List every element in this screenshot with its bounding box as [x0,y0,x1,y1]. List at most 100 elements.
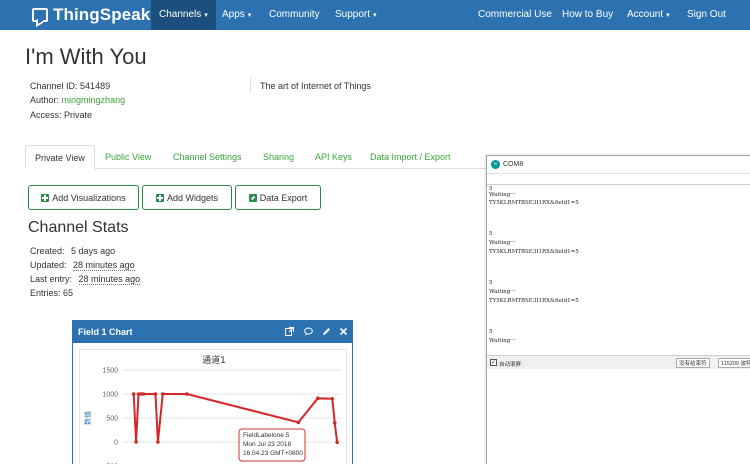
nav-how-to-buy-label: How to Buy [562,9,614,20]
nav-how-to-buy[interactable]: How to Buy [562,0,613,30]
add-visualizations-button[interactable]: Add Visualizations [28,185,139,210]
add-visualizations-label: Add Visualizations [52,192,126,203]
external-link-icon[interactable] [285,327,294,336]
serial-output: 5 Waiting··· TY5KLRMTBSE3I1RX&field1=5 5… [489,186,750,356]
serial-line: Waiting··· [489,192,516,198]
nav-commercial-use-label: Commercial Use [478,9,552,20]
chart-y-axis-label: 数值 [83,411,92,425]
close-icon[interactable] [340,328,347,335]
stat-entries: Entries: 65 [30,288,73,298]
add-widgets-label: Add Widgets [166,192,219,203]
arduino-logo-icon: ∞ [491,160,500,169]
tab-channel-settings[interactable]: Channel Settings [164,145,251,169]
chart-data-point [330,397,335,401]
channel-stats-heading: Channel Stats [28,219,129,236]
serial-monitor-footer: ✓ 自动滚屏 没有结束符 115200 波特 [487,355,750,369]
export-icon [248,193,257,202]
chart-data-point [335,440,339,445]
serial-line: Waiting··· [489,289,516,295]
chevron-down-icon: ▾ [666,12,670,19]
autoscroll-label: 自动滚屏 [499,362,522,368]
plus-icon [41,193,50,202]
thingspeak-logo[interactable]: ThingSpeak™ [32,5,159,25]
nav-apps[interactable]: Apps ▾ [222,0,251,30]
chevron-down-icon: ▾ [204,12,208,19]
nav-support[interactable]: Support ▾ [335,0,377,30]
tab-public-view[interactable]: Public View [96,145,160,169]
nav-sign-out-label: Sign Out [687,9,726,20]
chart-y-tick-label: 0 [114,440,118,447]
chart-data-point [131,392,136,396]
tab-private-view[interactable]: Private View [25,145,95,169]
author-row: Author: mingmingzhang [30,95,125,105]
nav-channels[interactable]: Channels ▾ [151,0,216,30]
serial-line: TY5KLRMTBSE3I1RX&field1=5 [489,298,579,304]
chart-y-tick-label: 1500 [102,368,118,375]
nav-account-label: Account [627,9,664,20]
tab-api-keys[interactable]: API Keys [306,145,361,169]
serial-line: Waiting··· [489,240,516,246]
chart-data-point [185,392,189,396]
data-export-button[interactable]: Data Export [235,185,321,210]
speech-bubble-icon [32,8,48,22]
chart-data-point [160,392,165,396]
field-1-chart-panel: Field 1 Chart 通道1数值150010005000-50015:30… [72,320,353,464]
page-title: I'm With You [25,44,147,69]
autoscroll-checkbox[interactable]: ✓ [490,359,497,366]
stat-updated-label: Updated: [30,260,67,270]
chart-data-point [315,396,320,401]
panel-title: Field 1 Chart [78,327,133,337]
chart-data-point [296,420,301,425]
access-value: Private [64,110,93,120]
chart-tooltip-series: FieldLabelone 5 [243,432,290,439]
stat-last-entry: Last entry: 28 minutes ago [30,274,141,285]
baud-rate-select[interactable]: 115200 波特 [718,358,750,368]
channel-id-value: 541489 [80,81,111,91]
chevron-down-icon: ▾ [247,12,252,19]
chart-y-tick-label: 500 [106,416,118,423]
tab-data-import-export[interactable]: Data Import / Export [361,145,460,169]
stat-entries-label: Entries: [30,288,61,298]
serial-line: Waiting··· [489,338,516,344]
nav-community-label: Community [269,9,320,20]
serial-line: TY5KLRMTBSE3I1RX&field1=5 [489,249,579,255]
access-row: Access: Private [30,110,92,120]
serial-send-input[interactable] [487,175,750,185]
author-link[interactable]: mingmingzhang [62,95,126,105]
channel-id-row: Channel ID: 541489 [30,81,110,91]
add-widgets-button[interactable]: Add Widgets [142,185,232,210]
nav-account[interactable]: Account ▾ [627,0,670,30]
channel-description: The art of Internet of Things [260,81,371,91]
stat-entries-value: 65 [63,288,74,298]
chevron-down-icon: ▾ [373,12,377,19]
panel-header: Field 1 Chart [73,321,352,343]
chart-container: 通道1数值150010005000-50015:3015:4015:5016:0… [79,349,347,464]
stat-last-entry-label: Last entry: [30,274,73,284]
meta-divider [250,78,251,92]
nav-sign-out[interactable]: Sign Out [687,0,726,30]
plus-icon [155,193,164,202]
line-ending-select[interactable]: 没有结束符 [676,358,710,368]
nav-community[interactable]: Community [269,0,320,30]
access-label: Access: [30,110,62,120]
chart-tooltip-time: 16:04:23 GMT+0800 [243,450,303,457]
stat-created: Created: 5 days ago [30,246,115,256]
brand-name: ThingSpeak [53,5,151,24]
nav-apps-label: Apps [222,9,245,20]
comment-icon[interactable] [304,327,313,336]
chart-data-point [156,440,160,444]
serial-line: 5 [489,280,493,286]
tab-sharing[interactable]: Sharing [254,145,303,169]
field-1-line-chart[interactable]: 通道1数值150010005000-50015:3015:4015:5016:0… [80,350,348,464]
chart-data-point [134,440,138,444]
serial-monitor-window: ∞ COM8 5 Waiting··· TY5KLRMTBSE3I1RX&fie… [486,155,750,464]
nav-support-label: Support [335,9,371,20]
chart-data-point [332,421,337,425]
pencil-icon[interactable] [322,327,331,336]
nav-commercial-use[interactable]: Commercial Use [478,0,552,30]
chart-title: 通道1 [202,354,226,366]
serial-line: 5 [489,231,493,237]
nav-channels-label: Channels [159,9,202,20]
serial-monitor-titlebar: ∞ COM8 [487,156,750,174]
chart-y-tick-label: 1000 [102,392,118,399]
